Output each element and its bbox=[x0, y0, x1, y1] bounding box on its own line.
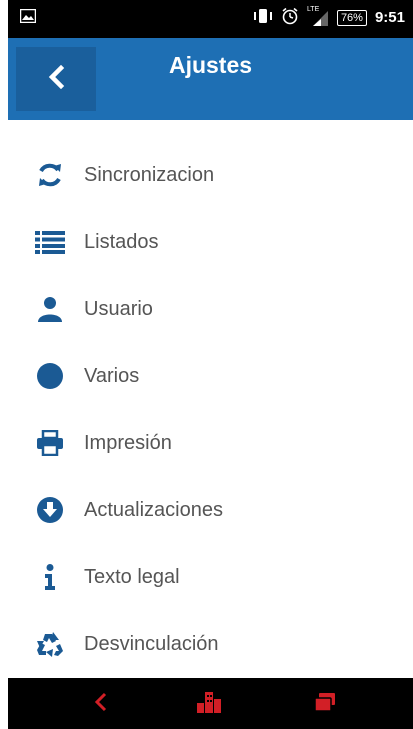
recycle-icon bbox=[35, 629, 65, 659]
menu-item-desvinculacion[interactable]: Desvinculación bbox=[8, 613, 413, 675]
vibrate-icon bbox=[253, 8, 273, 27]
chevron-left-icon bbox=[94, 692, 108, 717]
page-title: Ajustes bbox=[168, 52, 253, 78]
battery-indicator: 76% bbox=[336, 9, 367, 26]
menu-item-label: Desvinculación bbox=[84, 632, 219, 655]
app-screen: LTE 76% 9:51 Ajustes Sincronizacion List… bbox=[8, 0, 413, 729]
menu-item-label: Sincronizacion bbox=[84, 163, 215, 186]
menu-item-label: Listados bbox=[84, 230, 159, 253]
menu-item-label: Impresión bbox=[84, 431, 172, 454]
alarm-icon bbox=[281, 7, 299, 28]
sync-icon bbox=[35, 160, 65, 190]
app-bar: Ajustes bbox=[8, 38, 413, 120]
menu-item-label: Varios bbox=[84, 364, 140, 387]
menu-item-label: Usuario bbox=[84, 297, 153, 320]
nav-recent-apps-button[interactable] bbox=[310, 690, 340, 718]
menu-item-label: Actualizaciones bbox=[84, 498, 223, 521]
status-bar: LTE 76% 9:51 bbox=[8, 0, 413, 38]
download-circle-icon bbox=[35, 495, 65, 525]
circle-icon bbox=[35, 361, 65, 391]
menu-item-sincronizacion[interactable]: Sincronizacion bbox=[8, 144, 413, 206]
list-icon bbox=[35, 227, 65, 257]
recent-apps-icon bbox=[314, 692, 336, 717]
signal-icon: LTE bbox=[307, 6, 329, 27]
user-icon bbox=[35, 294, 65, 324]
nav-back-button[interactable] bbox=[86, 690, 116, 718]
settings-menu: Sincronizacion Listados Usuario Varios I… bbox=[8, 120, 413, 678]
menu-item-actualizaciones[interactable]: Actualizaciones bbox=[8, 479, 413, 541]
menu-item-usuario[interactable]: Usuario bbox=[8, 278, 413, 340]
menu-item-impresion[interactable]: Impresión bbox=[8, 412, 413, 474]
menu-item-texto-legal[interactable]: Texto legal bbox=[8, 546, 413, 608]
clock: 9:51 bbox=[374, 9, 405, 26]
home-icon bbox=[196, 690, 222, 719]
nav-home-button[interactable] bbox=[194, 690, 224, 718]
menu-item-varios[interactable]: Varios bbox=[8, 345, 413, 407]
menu-item-label: Texto legal bbox=[84, 565, 180, 588]
navigation-bar bbox=[8, 678, 413, 729]
printer-icon bbox=[35, 428, 65, 458]
menu-item-listados[interactable]: Listados bbox=[8, 211, 413, 273]
info-icon bbox=[35, 562, 65, 592]
gallery-notification-icon bbox=[19, 8, 37, 28]
